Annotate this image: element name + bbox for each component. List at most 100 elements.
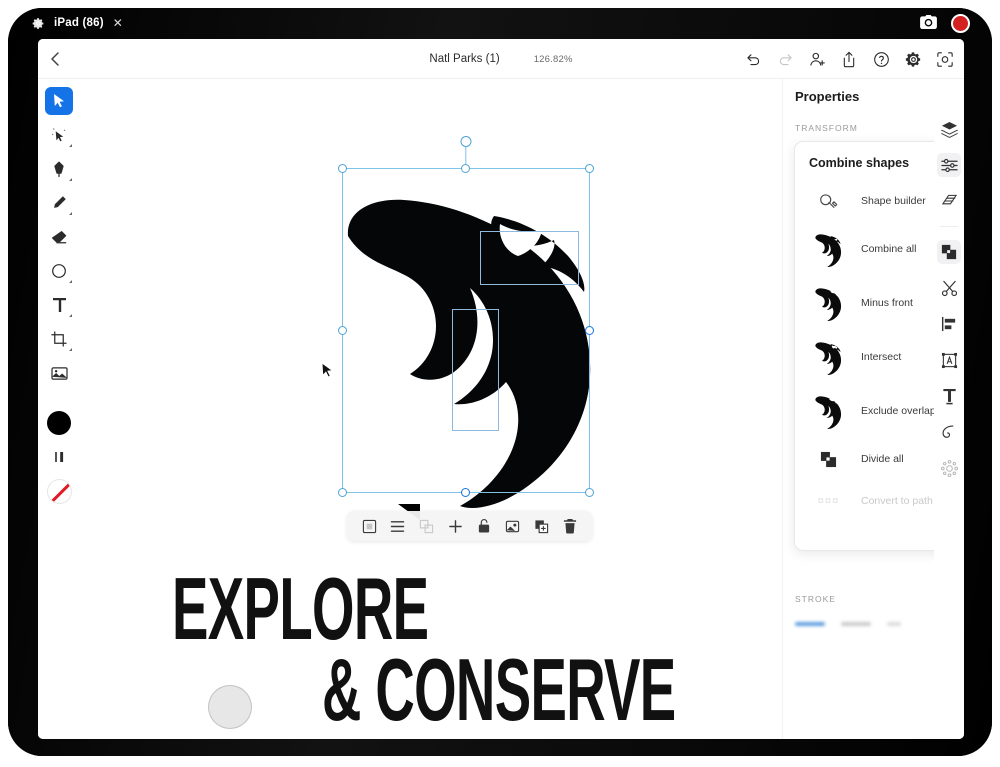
tool-caret xyxy=(69,280,72,283)
crop-tool[interactable] xyxy=(45,325,73,353)
handle-bottom-left[interactable] xyxy=(338,488,347,497)
stroke-style-options[interactable] xyxy=(795,622,901,626)
share-icon[interactable] xyxy=(840,50,858,68)
handle-top-left[interactable] xyxy=(338,164,347,173)
divide-all-label: Divide all xyxy=(861,453,904,465)
tool-caret xyxy=(69,314,72,317)
list-icon[interactable] xyxy=(389,518,406,535)
tool-caret xyxy=(69,178,72,181)
settings-gear-icon[interactable] xyxy=(904,50,922,68)
fill-color xyxy=(47,411,71,435)
stroke-color-swatch[interactable] xyxy=(45,477,73,505)
zoom-level: 126.82% xyxy=(533,53,573,65)
close-icon[interactable]: ✕ xyxy=(113,16,123,30)
shape-builder-label: Shape builder xyxy=(861,195,926,207)
eraser-tool[interactable] xyxy=(45,223,73,251)
panel-title: Properties xyxy=(795,89,860,104)
properties-panel: Properties TRANSFORM Combine shapes → Sh… xyxy=(782,79,964,739)
text-tool[interactable] xyxy=(45,291,73,319)
app-bar-actions xyxy=(744,39,954,79)
stroke-width-control[interactable] xyxy=(45,443,73,471)
rotation-handle[interactable] xyxy=(460,136,472,147)
undo-icon[interactable] xyxy=(744,50,762,68)
handle-top-center[interactable] xyxy=(461,164,470,173)
artboard-canvas[interactable]: EXPLORE & CONSERVE xyxy=(80,79,782,739)
headline-line-1: EXPLORE xyxy=(172,559,429,658)
mask-icon[interactable] xyxy=(504,518,521,535)
align-icon[interactable] xyxy=(937,312,961,336)
ipad-device-frame: iPad (86) ✕ Natl Parks (1) 126.82% EXPLO… xyxy=(8,8,992,756)
convert-to-path-label: Convert to path xyxy=(861,495,933,507)
pen-tool[interactable] xyxy=(45,155,73,183)
camera-icon[interactable] xyxy=(920,15,937,32)
grid-icon[interactable] xyxy=(937,189,961,213)
properties-icon[interactable] xyxy=(937,153,961,177)
gear-icon[interactable] xyxy=(32,17,45,30)
trash-icon[interactable] xyxy=(561,518,578,535)
fish-thumb-exclude-overlap xyxy=(809,391,847,431)
redo-icon[interactable] xyxy=(776,50,794,68)
combine-all-label: Combine all xyxy=(861,243,917,255)
stroke-style-dashed[interactable] xyxy=(841,622,871,626)
handle-mid-left[interactable] xyxy=(338,325,347,335)
handle-mid-right[interactable] xyxy=(585,325,594,335)
duplicate-icon[interactable] xyxy=(533,518,550,535)
add-collaborator-icon[interactable] xyxy=(808,50,826,68)
stroke-color-none xyxy=(46,478,72,504)
transform-section-label: TRANSFORM xyxy=(795,123,858,133)
rail-divider xyxy=(940,226,958,227)
stroke-section-label: STROKE xyxy=(795,594,836,604)
app-top-bar: Natl Parks (1) 126.82% xyxy=(38,39,964,79)
handle-bottom-center[interactable] xyxy=(461,488,470,497)
record-button[interactable] xyxy=(951,14,970,33)
transform-icon[interactable] xyxy=(937,348,961,372)
headline-text[interactable]: EXPLORE & CONSERVE xyxy=(172,559,782,739)
ipad-screen: Natl Parks (1) 126.82% EXPLORE & CONSERV… xyxy=(38,39,964,739)
path-icon[interactable] xyxy=(937,420,961,444)
stroke-style-solid[interactable] xyxy=(795,622,825,626)
path-icon xyxy=(809,481,847,521)
combine-shapes-title: Combine shapes xyxy=(809,155,910,170)
touch-indicator xyxy=(208,685,252,729)
frame-icon[interactable] xyxy=(361,518,378,535)
select-tool[interactable] xyxy=(45,87,73,115)
shape-builder-icon xyxy=(809,181,847,221)
add-icon[interactable] xyxy=(447,518,464,535)
minus-front-label: Minus front xyxy=(861,297,913,309)
handle-bottom-right[interactable] xyxy=(585,488,594,497)
tool-caret xyxy=(69,348,72,351)
shape-tool[interactable] xyxy=(45,257,73,285)
screen-recording-statusbar: iPad (86) ✕ xyxy=(8,8,992,38)
document-title: Natl Parks (1) xyxy=(429,53,500,65)
group-icon[interactable] xyxy=(418,518,435,535)
image-tool[interactable] xyxy=(45,359,73,387)
direct-select-tool[interactable] xyxy=(45,121,73,149)
repeat-icon[interactable] xyxy=(937,456,961,480)
selection-bounding-box[interactable] xyxy=(338,136,594,497)
scissors-icon[interactable] xyxy=(937,276,961,300)
fish-thumb-combine-all xyxy=(809,229,847,269)
divide-icon xyxy=(809,439,847,479)
layers-icon[interactable] xyxy=(937,117,961,141)
headline-line-2: & CONSERVE xyxy=(322,639,676,739)
stroke-style-dotted[interactable] xyxy=(887,622,901,626)
tool-caret xyxy=(69,144,72,147)
handle-top-right[interactable] xyxy=(585,164,594,173)
exclude-overlap-label: Exclude overlap xyxy=(861,405,936,417)
combine-shapes-icon[interactable] xyxy=(937,240,961,264)
fish-thumb-intersect xyxy=(809,337,847,377)
left-toolbar xyxy=(38,79,80,739)
fill-color-swatch[interactable] xyxy=(45,409,73,437)
pencil-tool[interactable] xyxy=(45,189,73,217)
tool-caret xyxy=(69,212,72,215)
lock-icon[interactable] xyxy=(475,518,492,535)
intersect-label: Intersect xyxy=(861,351,902,363)
chevron-left-icon[interactable] xyxy=(38,39,72,79)
context-toolbar xyxy=(347,511,592,541)
type-icon[interactable] xyxy=(937,384,961,408)
device-label: iPad (86) xyxy=(54,17,104,29)
right-icon-rail xyxy=(934,79,964,739)
preview-icon[interactable] xyxy=(936,50,954,68)
help-icon[interactable] xyxy=(872,50,890,68)
fish-thumb-minus-front xyxy=(809,283,847,323)
